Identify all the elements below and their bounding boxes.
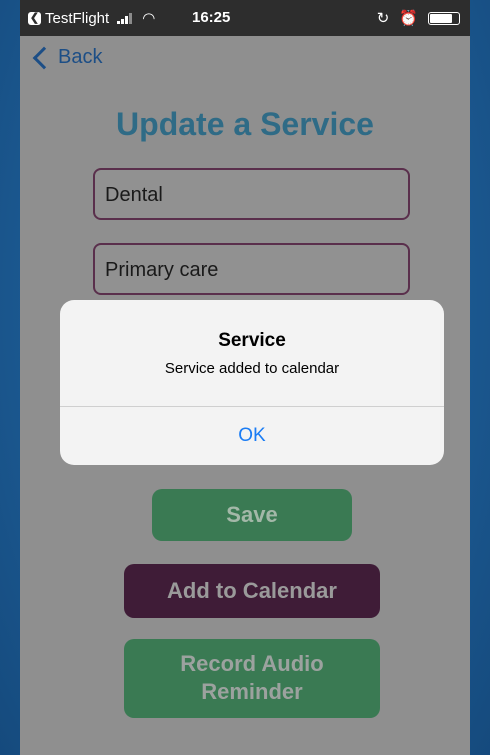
page-title: Update a Service — [116, 106, 374, 142]
navigation-bar: Back — [20, 36, 470, 88]
back-label: Back — [58, 46, 103, 68]
orientation-lock-icon: ↻ — [376, 10, 390, 27]
alarm-icon: ⏰ — [399, 10, 418, 27]
alert-dialog: Service Service added to calendar OK — [60, 300, 444, 465]
save-button[interactable]: Save — [152, 489, 352, 541]
status-time: 16:25 — [192, 9, 231, 26]
status-bar: ❮ TestFlight ◠ 16:25 ↻ ⏰ — [20, 0, 470, 36]
phone-screen: ❮ TestFlight ◠ 16:25 ↻ ⏰ Back Update a S… — [20, 0, 470, 755]
back-button[interactable]: Back — [32, 46, 103, 69]
alert-message: Service added to calendar — [164, 360, 340, 377]
record-audio-label-line1: Record Audio — [180, 651, 324, 676]
app-name[interactable]: TestFlight — [45, 10, 109, 27]
battery-icon — [428, 11, 460, 25]
back-to-app-icon[interactable]: ❮ — [28, 11, 41, 25]
record-audio-label-line2: Reminder — [201, 679, 303, 704]
service-type-field[interactable]: Dental — [93, 168, 410, 220]
alert-ok-button[interactable]: OK — [60, 407, 444, 465]
signal-icon — [117, 12, 133, 24]
chevron-left-icon — [32, 46, 56, 69]
record-audio-reminder-button[interactable]: Record Audio Reminder — [124, 639, 380, 718]
service-name-field[interactable]: Primary care — [93, 243, 410, 295]
status-left: ❮ TestFlight ◠ — [28, 9, 155, 27]
wifi-icon: ◠ — [142, 10, 156, 27]
alert-title: Service — [218, 330, 286, 351]
add-to-calendar-button[interactable]: Add to Calendar — [124, 564, 380, 618]
status-right: ↻ ⏰ — [377, 9, 460, 27]
